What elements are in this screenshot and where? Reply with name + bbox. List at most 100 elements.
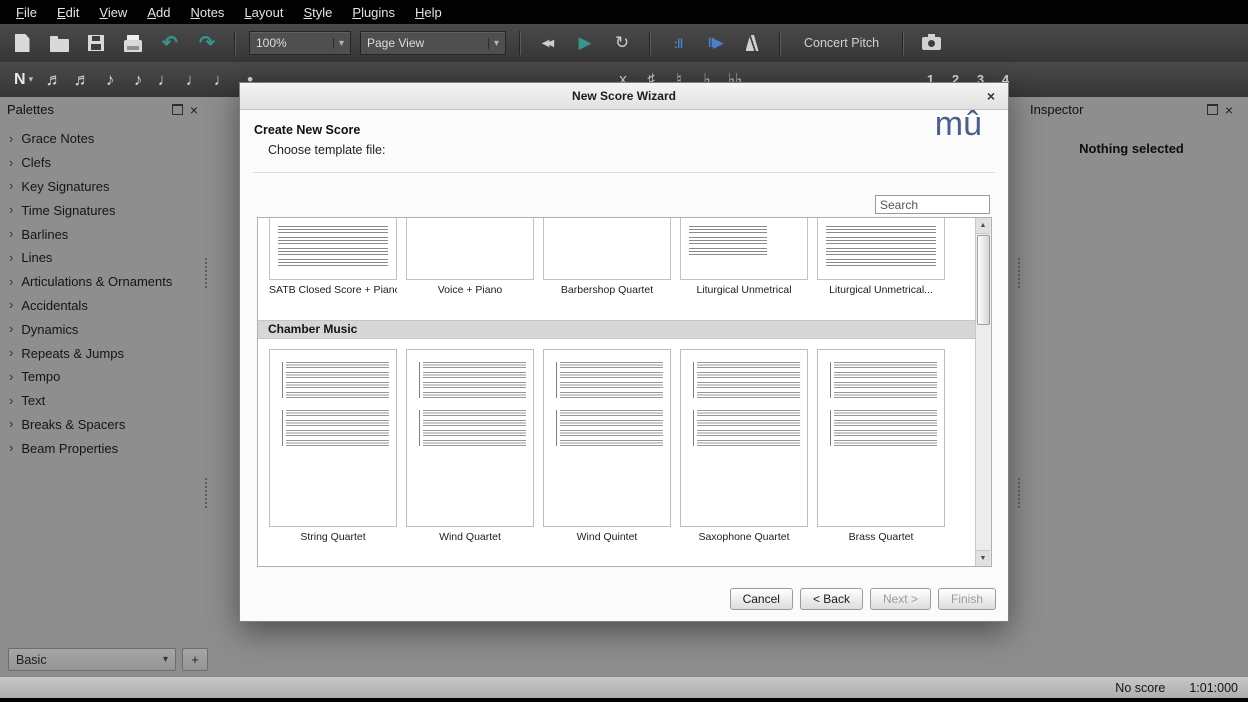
menu-plugins[interactable]: Plugins	[342, 2, 405, 23]
redo-button[interactable]: ↷	[193, 29, 221, 57]
splitter-grip[interactable]	[205, 258, 207, 288]
palette-item-beam-properties[interactable]: ›Beam Properties	[0, 436, 205, 460]
duration-whole-button[interactable]: ♩	[211, 66, 233, 94]
template-card-voice-piano[interactable]: Voice + Piano	[406, 218, 534, 296]
finish-button[interactable]: Finish	[938, 588, 996, 610]
back-button[interactable]: < Back	[800, 588, 863, 610]
template-card-liturgical-unmetrical[interactable]: Liturgical Unmetrical	[680, 218, 808, 296]
pan-playback-button[interactable]: ‖▶	[701, 29, 729, 57]
menu-view[interactable]: View	[89, 2, 137, 23]
template-card-wind-quartet[interactable]: Wind Quartet	[406, 349, 534, 543]
chevron-right-icon: ›	[9, 229, 13, 239]
note-input-label: N	[14, 71, 26, 89]
image-capture-button[interactable]	[917, 29, 945, 57]
palette-item-accidentals[interactable]: ›Accidentals	[0, 294, 205, 318]
menu-file[interactable]: File	[6, 2, 47, 23]
dialog-close-button[interactable]: ×	[982, 87, 1000, 105]
concert-pitch-button[interactable]: Concert Pitch	[794, 36, 889, 50]
palette-item-tempo[interactable]: ›Tempo	[0, 365, 205, 389]
scrollbar-thumb[interactable]	[977, 235, 990, 325]
splitter-grip[interactable]	[1018, 478, 1020, 508]
toolbar-separator	[902, 31, 904, 55]
scroll-up-button[interactable]: ▲	[976, 218, 990, 234]
add-workspace-button[interactable]: +	[182, 648, 208, 671]
float-panel-icon[interactable]	[172, 104, 183, 115]
palette-item-label: Accidentals	[21, 298, 87, 313]
undo-button[interactable]: ↶	[156, 29, 184, 57]
palette-item-clefs[interactable]: ›Clefs	[0, 151, 205, 175]
workspace-select[interactable]: Basic ▾	[8, 648, 176, 671]
menu-help[interactable]: Help	[405, 2, 452, 23]
print-button[interactable]	[119, 29, 147, 57]
metronome-button[interactable]	[738, 29, 766, 57]
palette-item-time-signatures[interactable]: ›Time Signatures	[0, 198, 205, 222]
zoom-value: 100%	[256, 36, 287, 50]
palette-item-breaks-spacers[interactable]: ›Breaks & Spacers	[0, 413, 205, 437]
palette-item-articulations[interactable]: ›Articulations & Ornaments	[0, 270, 205, 294]
duration-32nd-button[interactable]: ♬	[71, 66, 93, 94]
open-file-button[interactable]	[45, 29, 73, 57]
status-bar: No score 1:01:000	[0, 676, 1248, 698]
save-button[interactable]	[82, 29, 110, 57]
window-edge	[0, 698, 1248, 702]
header-divider	[253, 172, 995, 173]
palette-item-repeats-jumps[interactable]: ›Repeats & Jumps	[0, 341, 205, 365]
palette-item-dynamics[interactable]: ›Dynamics	[0, 317, 205, 341]
palette-item-key-signatures[interactable]: ›Key Signatures	[0, 175, 205, 199]
template-card-satb-closed-score-piano[interactable]: SATB Closed Score + Piano	[269, 218, 397, 296]
chevron-right-icon: ›	[9, 443, 13, 453]
template-thumbnail	[680, 349, 808, 527]
duration-eighth-button[interactable]: ♪	[127, 66, 149, 94]
splitter-grip[interactable]	[1018, 258, 1020, 288]
repeat-playback-button[interactable]: :‖	[664, 29, 692, 57]
zoom-select[interactable]: 100% ▾	[249, 31, 351, 55]
close-panel-icon[interactable]: ×	[1225, 105, 1233, 115]
menu-layout[interactable]: Layout	[234, 2, 293, 23]
template-label: SATB Closed Score + Piano	[269, 284, 397, 296]
scroll-down-button[interactable]: ▼	[976, 550, 990, 566]
palette-list: ›Grace Notes ›Clefs ›Key Signatures ›Tim…	[0, 127, 205, 460]
menu-notes[interactable]: Notes	[180, 2, 234, 23]
template-card-barbershop-quartet[interactable]: Barbershop Quartet	[543, 218, 671, 296]
palette-item-text[interactable]: ›Text	[0, 389, 205, 413]
duration-half-button[interactable]: ♩	[183, 66, 205, 94]
chevron-right-icon: ›	[9, 324, 13, 334]
dialog-titlebar[interactable]: New Score Wizard ×	[240, 83, 1008, 110]
float-panel-icon[interactable]	[1207, 104, 1218, 115]
template-search-input[interactable]	[875, 195, 990, 214]
palette-item-barlines[interactable]: ›Barlines	[0, 222, 205, 246]
template-card-brass-quartet[interactable]: Brass Quartet	[817, 349, 945, 543]
template-card-wind-quintet[interactable]: Wind Quintet	[543, 349, 671, 543]
note-input-button[interactable]: N ▾	[10, 71, 37, 89]
palette-item-label: Clefs	[21, 155, 51, 170]
section-header-chamber-music: Chamber Music	[258, 320, 977, 339]
duration-64th-button[interactable]: ♬	[43, 66, 65, 94]
splitter-grip[interactable]	[205, 478, 207, 508]
template-thumbnail	[543, 349, 671, 527]
view-mode-select[interactable]: Page View ▾	[360, 31, 506, 55]
chevron-right-icon: ›	[9, 419, 13, 429]
play-button[interactable]: ▶	[571, 29, 599, 57]
loop-playback-button[interactable]: ↻	[608, 29, 636, 57]
next-button[interactable]: Next >	[870, 588, 931, 610]
close-panel-icon[interactable]: ×	[190, 105, 198, 115]
menu-style[interactable]: Style	[293, 2, 342, 23]
duration-16th-button[interactable]: ♪	[99, 66, 121, 94]
menu-add[interactable]: Add	[137, 2, 180, 23]
inspector-empty-message: Nothing selected	[1023, 141, 1240, 156]
rewind-button[interactable]: ◀◀	[534, 29, 562, 57]
rewind-icon: ◀◀	[542, 38, 554, 49]
palette-item-lines[interactable]: ›Lines	[0, 246, 205, 270]
new-score-button[interactable]	[8, 29, 36, 57]
duration-quarter-button[interactable]: ♩	[155, 66, 177, 94]
template-card-liturgical-unmetrical-2[interactable]: Liturgical Unmetrical...	[817, 218, 945, 296]
cancel-button[interactable]: Cancel	[730, 588, 793, 610]
template-scrollbar[interactable]: ▲ ▼	[975, 218, 991, 566]
template-card-saxophone-quartet[interactable]: Saxophone Quartet	[680, 349, 808, 543]
toolbar-separator	[519, 31, 521, 55]
template-card-string-quartet[interactable]: String Quartet	[269, 349, 397, 543]
palette-item-grace-notes[interactable]: ›Grace Notes	[0, 127, 205, 151]
template-thumbnail	[543, 218, 671, 280]
menu-edit[interactable]: Edit	[47, 2, 89, 23]
chevron-right-icon: ›	[9, 348, 13, 358]
